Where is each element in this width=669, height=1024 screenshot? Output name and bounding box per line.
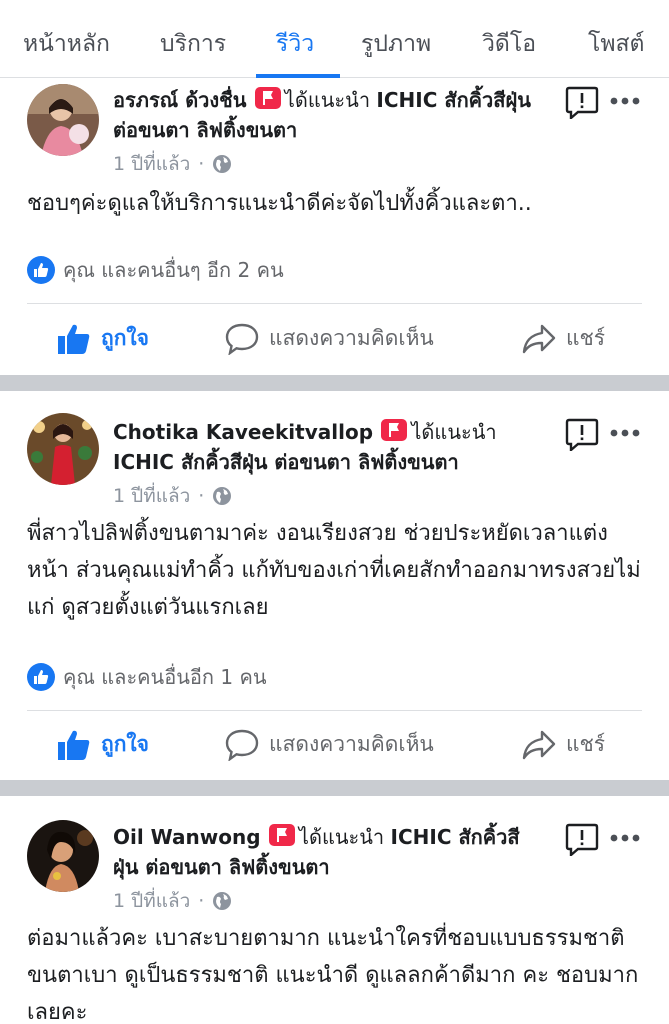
comment-icon (225, 323, 259, 355)
review-text: พี่สาวไปลิฟติ้งขนตามาค่ะ งอนเรียงสวย ช่ว… (27, 521, 641, 620)
like-label: ถูกใจ (101, 326, 149, 350)
post-time[interactable]: 1 ปีที่แล้ว (113, 149, 190, 179)
like-button[interactable]: ถูกใจ (57, 322, 149, 355)
post-header: Oil Wanwong ได้แนะนำ ICHIC สักคิ้วสีฝุ่น… (113, 822, 543, 882)
tab-bar: หน้าหลัก บริการ รีวิว รูปภาพ วิดีโอ โพสต… (0, 0, 669, 78)
review-post: อรภรณ์ ด้วงชื่น ได้แนะนำ ICHIC สักคิ้วสี… (0, 79, 669, 375)
post-separator (0, 780, 669, 796)
recommend-label: ได้แนะนำ (298, 825, 385, 849)
post-header: Chotika Kaveekitvallop ได้แนะนำ ICHIC สั… (113, 417, 543, 477)
reaction-summary[interactable]: คุณ และคนอื่นๆ อีก 2 คน (27, 254, 284, 286)
author-name[interactable]: Chotika Kaveekitvallop (113, 420, 373, 444)
comment-label: แสดงความคิดเห็น (269, 732, 434, 756)
review-text: ต่อมาแล้วคะ เบาสะบายตามาก แนะนำใครที่ชอบ… (27, 926, 639, 1024)
share-label: แชร์ (566, 732, 606, 756)
action-bar: ถูกใจ แสดงความคิดเห็น แชร์ (0, 322, 669, 362)
active-tab-indicator (256, 74, 340, 78)
comment-label: แสดงความคิดเห็น (269, 326, 434, 350)
reaction-count-text: คุณ และคนอื่นอีก 1 คน (63, 665, 267, 689)
post-time[interactable]: 1 ปีที่แล้ว (113, 886, 190, 916)
share-icon (522, 324, 556, 353)
recommend-flag-icon (381, 419, 408, 441)
recommend-flag-icon (268, 824, 295, 846)
share-button[interactable]: แชร์ (522, 728, 605, 761)
share-button[interactable]: แชร์ (522, 322, 605, 355)
divider (27, 710, 642, 711)
more-options-icon[interactable] (609, 428, 641, 438)
report-icon[interactable] (565, 417, 599, 451)
like-reaction-icon (27, 256, 55, 284)
globe-icon (213, 155, 232, 173)
more-options-icon[interactable] (609, 833, 641, 843)
review-post: Chotika Kaveekitvallop ได้แนะนำ ICHIC สั… (0, 391, 669, 780)
like-button[interactable]: ถูกใจ (57, 728, 149, 761)
recommend-label: ได้แนะนำ (411, 420, 497, 444)
tab-photos[interactable]: รูปภาพ (361, 26, 431, 62)
thumbs-up-icon (58, 730, 90, 760)
tab-videos[interactable]: วิดีโอ (482, 26, 536, 62)
share-icon (522, 730, 556, 759)
tab-home[interactable]: หน้าหลัก (23, 26, 110, 62)
author-name[interactable]: Oil Wanwong (113, 825, 261, 849)
avatar[interactable] (27, 84, 99, 156)
post-header: อรภรณ์ ด้วงชื่น ได้แนะนำ ICHIC สักคิ้วสี… (113, 85, 543, 145)
thumbs-up-icon (58, 324, 90, 354)
post-meta: 1 ปีที่แล้ว · (113, 149, 232, 179)
post-meta: 1 ปีที่แล้ว · (113, 886, 232, 916)
comment-button[interactable]: แสดงความคิดเห็น (225, 728, 434, 761)
review-post: Oil Wanwong ได้แนะนำ ICHIC สักคิ้วสีฝุ่น… (0, 796, 669, 1024)
post-separator (0, 375, 669, 391)
report-icon[interactable] (565, 822, 599, 856)
post-meta: 1 ปีที่แล้ว · (113, 481, 232, 511)
tab-services[interactable]: บริการ (160, 26, 226, 62)
tab-reviews[interactable]: รีวิว (276, 26, 314, 62)
like-label: ถูกใจ (101, 732, 149, 756)
action-bar: ถูกใจ แสดงความคิดเห็น แชร์ (0, 728, 669, 768)
recommend-label: ได้แนะนำ (284, 88, 371, 112)
author-name[interactable]: อรภรณ์ ด้วงชื่น (113, 88, 246, 112)
meta-dot: · (198, 890, 205, 912)
comment-icon (225, 729, 259, 761)
reaction-summary[interactable]: คุณ และคนอื่นอีก 1 คน (27, 661, 267, 693)
report-icon[interactable] (565, 85, 599, 119)
globe-icon (213, 892, 232, 910)
post-time[interactable]: 1 ปีที่แล้ว (113, 481, 190, 511)
like-reaction-icon (27, 663, 55, 691)
avatar[interactable] (27, 413, 99, 485)
avatar[interactable] (27, 820, 99, 892)
divider (27, 303, 642, 304)
reaction-count-text: คุณ และคนอื่นๆ อีก 2 คน (63, 258, 284, 282)
more-options-icon[interactable] (609, 96, 641, 106)
meta-dot: · (198, 153, 205, 175)
page-name[interactable]: ICHIC สักคิ้วสีฝุ่น ต่อขนตา ลิฟติ้งขนตา (113, 450, 459, 474)
tab-posts[interactable]: โพสต์ (588, 26, 645, 62)
share-label: แชร์ (566, 326, 606, 350)
recommend-flag-icon (254, 87, 281, 109)
comment-button[interactable]: แสดงความคิดเห็น (225, 322, 434, 355)
review-text: ชอบๆค่ะดูแลให้บริการแนะนำดีค่ะจัดไปทั้งค… (27, 191, 532, 216)
globe-icon (213, 487, 232, 505)
meta-dot: · (198, 485, 205, 507)
